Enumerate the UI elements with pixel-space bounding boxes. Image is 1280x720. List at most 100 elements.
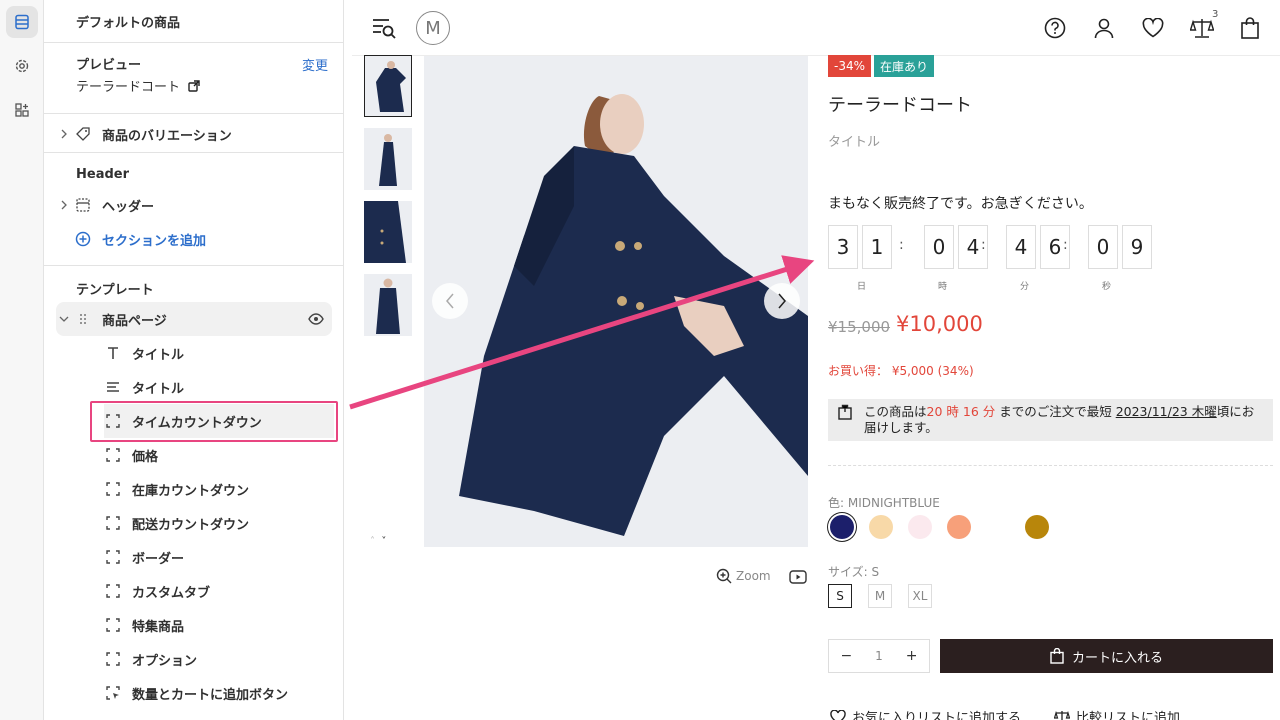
icon-rail (0, 0, 44, 720)
sidebar-item-label: 商品ページ (102, 313, 167, 329)
delivery-text-1: この商品は (864, 404, 927, 419)
sidebar-block-label: ボーダー (132, 551, 185, 567)
size-option-label: サイズ: S (828, 565, 880, 579)
countdown-digit: 9 (1122, 225, 1152, 269)
sidebar-block-item[interactable]: タイトル (104, 370, 334, 404)
product-main-image[interactable] (424, 56, 808, 547)
size-xl[interactable]: XL (908, 584, 932, 608)
add-section-button[interactable]: セクションを追加 (56, 222, 332, 256)
block-icon (104, 446, 122, 464)
sidebar-block-item[interactable]: 在庫カウントダウン (104, 472, 334, 506)
countdown-digit: 4 (1006, 225, 1036, 269)
product-subtitle: タイトル (828, 135, 881, 150)
wishlist-heart-icon[interactable] (1139, 14, 1167, 42)
thumbnail-2[interactable] (364, 128, 412, 190)
sidebar-block-label: 数量とカートに追加ボタン (132, 687, 289, 703)
sidebar-item-label: ヘッダー (102, 199, 155, 215)
sale-price: ¥10,000 (896, 312, 983, 336)
thumbnail-3[interactable] (364, 201, 412, 263)
eye-icon[interactable] (308, 311, 324, 331)
header-section-label: Header (76, 167, 130, 182)
size-m[interactable]: M (868, 584, 892, 608)
sidebar-item-variation[interactable]: 商品のバリエーション (56, 117, 332, 151)
wishlist-label: お気に入りリストに追加する (852, 711, 1022, 720)
quantity-plus-button[interactable]: + (906, 648, 918, 664)
chevron-up-icon[interactable]: ˄ (370, 536, 375, 547)
divider (44, 42, 344, 43)
storefront-preview: M 3 ˄ ˅ Zoom -34% 在庫あり テーラードコート タイトル まもな… (352, 0, 1280, 720)
sidebar-block-item[interactable]: 配送カウントダウン (104, 506, 334, 540)
preview-change-link[interactable]: 変更 (302, 55, 328, 74)
preview-product-name: テーラードコート (76, 80, 181, 95)
video-play-icon[interactable] (789, 569, 807, 589)
sidebar-block-item[interactable]: カスタムタブ (104, 574, 334, 608)
thumbnail-nav-arrows[interactable]: ˄ ˅ (370, 536, 386, 547)
add-to-wishlist-link[interactable]: お気に入りリストに追加する (830, 707, 1021, 720)
sidebar-block-label: カスタムタブ (132, 585, 211, 601)
chevron-right-icon[interactable] (56, 200, 72, 210)
help-icon[interactable] (1041, 14, 1069, 42)
sections-icon[interactable] (6, 6, 38, 38)
zoom-button[interactable]: Zoom (716, 568, 771, 584)
sidebar-block-label: オプション (132, 653, 198, 669)
discount-badge: -34% (828, 55, 872, 77)
size-s[interactable]: S (828, 584, 852, 608)
countdown-digit: 0 (1088, 225, 1118, 269)
zoom-in-icon (716, 568, 732, 584)
sidebar-block-item[interactable]: ボーダー (104, 540, 334, 574)
text-icon (104, 344, 122, 362)
block-icon (104, 548, 122, 566)
quantity-value[interactable]: 1 (875, 649, 883, 663)
color-swatch[interactable] (869, 515, 893, 539)
color-swatch[interactable] (908, 515, 932, 539)
add-to-cart-button[interactable]: カートに入れる (940, 639, 1273, 673)
delivery-countdown: この商品は20 時 16 分 までのご注文で最短 2023/11/23 木曜頃に… (828, 399, 1273, 441)
delivery-time: 20 時 16 分 (926, 404, 996, 419)
countdown-separator: : (981, 237, 986, 253)
sidebar-item-header[interactable]: ヘッダー (56, 188, 332, 222)
tag-icon (74, 125, 92, 143)
sidebar-block-item[interactable]: オプション (104, 642, 334, 676)
preview-product[interactable]: テーラードコート (76, 76, 200, 95)
block-icon (104, 480, 122, 498)
countdown-digit: 0 (924, 225, 954, 269)
color-option-label: 色: MIDNIGHTBLUE (828, 496, 940, 510)
next-image-button[interactable] (764, 283, 800, 319)
gear-icon[interactable] (6, 50, 38, 82)
heart-icon (830, 709, 846, 720)
color-swatch[interactable] (1025, 515, 1049, 539)
block-icon (104, 616, 122, 634)
chevron-right-icon[interactable] (56, 129, 72, 139)
thumbnail-1[interactable] (364, 55, 412, 117)
preview-label: プレビュー (76, 58, 142, 73)
sidebar-block-item[interactable]: タイトル (104, 336, 334, 370)
sidebar-block-item[interactable]: 数量とカートに追加ボタン (104, 676, 334, 710)
menu-search-icon[interactable] (370, 14, 398, 42)
divider (44, 113, 344, 114)
quantity-minus-button[interactable]: − (840, 648, 852, 664)
cart-bag-icon[interactable] (1236, 14, 1264, 42)
block-icon (104, 650, 122, 668)
sidebar-item-product-page[interactable]: 商品ページ (56, 302, 332, 336)
color-swatch[interactable] (986, 515, 1010, 539)
countdown-message: まもなく販売終了です。お急ぎください。 (828, 196, 1093, 212)
countdown-unit-label: 日 (857, 282, 867, 292)
apps-icon[interactable] (6, 94, 38, 126)
zoom-label: Zoom (736, 569, 771, 583)
store-logo[interactable]: M (416, 11, 450, 45)
account-icon[interactable] (1090, 14, 1118, 42)
drag-handle-icon[interactable] (74, 310, 92, 328)
color-swatch[interactable] (830, 515, 854, 539)
add-to-compare-link[interactable]: 比較リストに追加 (1054, 707, 1180, 720)
chevron-down-icon[interactable]: ˅ (381, 536, 386, 547)
prev-image-button[interactable] (432, 283, 468, 319)
product-title: テーラードコート (828, 95, 972, 116)
sidebar-block-item[interactable]: 価格 (104, 438, 334, 472)
cart-bag-icon (1050, 648, 1064, 664)
chevron-down-icon[interactable] (56, 315, 72, 323)
block-cursor-icon (104, 684, 122, 702)
sidebar-block-item[interactable]: 特集商品 (104, 608, 334, 642)
color-swatch[interactable] (947, 515, 971, 539)
thumbnail-4[interactable] (364, 274, 412, 336)
divider (44, 152, 344, 153)
